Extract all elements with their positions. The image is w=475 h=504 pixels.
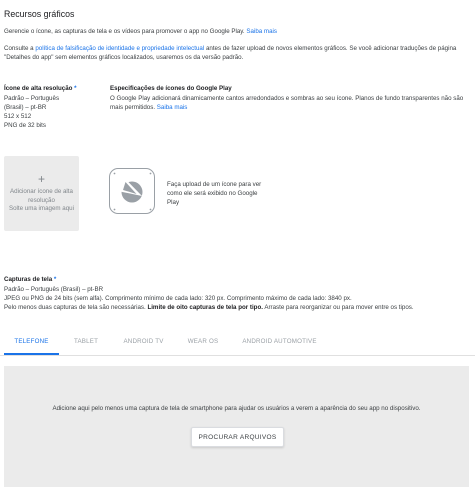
icon-preview-hint: Faça upload de um ícone para ver como el… bbox=[167, 181, 262, 206]
icon-preview-placeholder bbox=[109, 168, 155, 214]
add-icon: + bbox=[37, 172, 45, 186]
icon-format: PNG de 32 bits bbox=[4, 122, 46, 129]
icon-template-icon bbox=[113, 172, 152, 211]
learn-more-link[interactable]: Saiba mais bbox=[246, 28, 277, 35]
policy-notice: Consulte a política de falsificação de i… bbox=[4, 44, 469, 62]
icon-specs-learn-more-link[interactable]: Saiba mais bbox=[157, 104, 188, 111]
icon-language-line2: (Brasil) – pt-BR bbox=[4, 104, 47, 111]
device-tabs: TELEFONE TABLET ANDROID TV WEAR OS ANDRO… bbox=[0, 328, 475, 355]
icon-upload-dropzone[interactable]: + Adicionar ícone de alta resolução Solt… bbox=[4, 156, 79, 231]
icon-specs: Especificações de ícones do Google Play … bbox=[110, 84, 470, 112]
icon-language-line1: Padrão – Português bbox=[4, 95, 60, 102]
screenshots-label: Capturas de tela * bbox=[4, 276, 57, 283]
page-title: Recursos gráficos bbox=[4, 9, 75, 19]
section-description: Gerencie o ícone, as capturas de tela e … bbox=[4, 27, 469, 36]
hi-res-icon-info: Ícone de alta resolução * Padrão – Portu… bbox=[4, 84, 104, 130]
screenshots-info: Capturas de tela * Padrão – Português (B… bbox=[4, 275, 474, 312]
tab-wear-os[interactable]: WEAR OS bbox=[178, 328, 228, 355]
screenshots-format: JPEG ou PNG de 24 bits (sem alfa). Compr… bbox=[4, 295, 352, 302]
policy-link[interactable]: política de falsificação de identidade e… bbox=[35, 45, 204, 52]
description-text: Gerencie o ícone, as capturas de tela e … bbox=[4, 28, 245, 35]
tab-android-automotive[interactable]: ANDROID AUTOMOTIVE bbox=[232, 328, 327, 355]
screenshots-language: Padrão – Português (Brasil) – pt-BR bbox=[4, 286, 104, 293]
icon-specs-text: O Google Play adicionará dinamicamente c… bbox=[110, 95, 464, 111]
screenshots-required-marker: * bbox=[53, 276, 57, 283]
dropzone-text: Adicione aqui pelo menos uma captura de … bbox=[52, 405, 421, 412]
icon-specs-title: Especificações de ícones do Google Play bbox=[110, 85, 232, 92]
tabs-divider bbox=[0, 355, 475, 356]
tab-tablet[interactable]: TABLET bbox=[62, 328, 110, 355]
tab-telefone[interactable]: TELEFONE bbox=[4, 328, 59, 355]
screenshots-limits: Pelo menos duas capturas de tela são nec… bbox=[4, 304, 414, 311]
icon-dimensions: 512 x 512 bbox=[4, 113, 32, 120]
notice-prefix: Consulte a bbox=[4, 45, 36, 52]
required-marker: * bbox=[74, 85, 77, 92]
screenshot-dropzone[interactable]: Adicione aqui pelo menos uma captura de … bbox=[4, 366, 469, 487]
tab-android-tv[interactable]: ANDROID TV bbox=[112, 328, 175, 355]
hi-res-icon-label: Ícone de alta resolução * bbox=[4, 85, 77, 92]
browse-files-button[interactable]: PROCURAR ARQUIVOS bbox=[191, 427, 284, 447]
upload-instructions: Adicionar ícone de alta resolução Solte … bbox=[8, 188, 74, 212]
